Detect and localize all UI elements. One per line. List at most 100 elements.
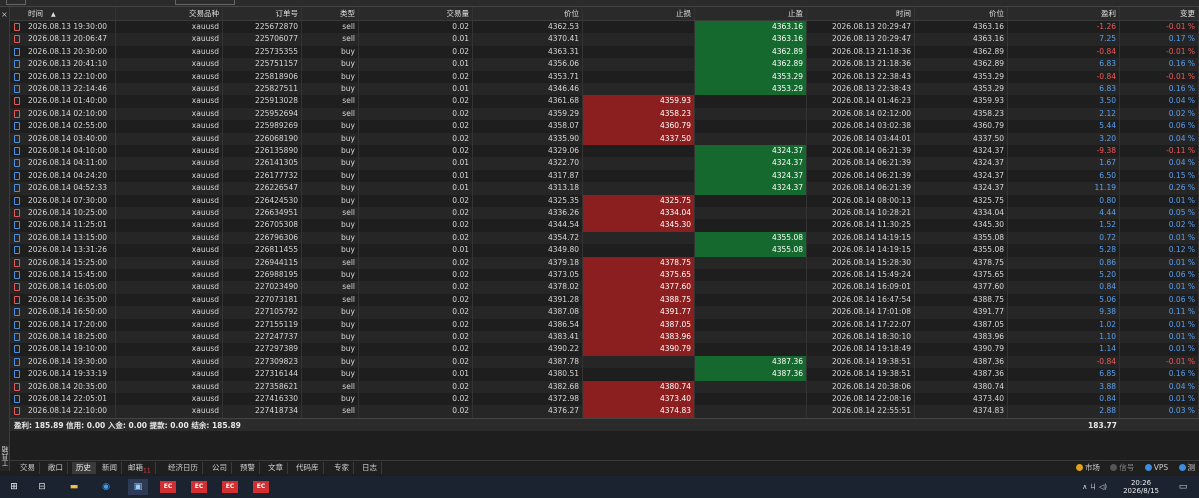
cell-symbol: xauusd xyxy=(116,145,223,158)
vps-link[interactable]: VPS xyxy=(1144,463,1168,472)
metatrader-icon[interactable]: ▣ xyxy=(128,479,148,495)
tab-7[interactable]: 预警 xyxy=(236,462,260,474)
column-header-symbol[interactable]: 交易品种 xyxy=(116,7,223,20)
table-row[interactable]: 2026.08.14 04:11:00 xauusd 226141305 buy 0.0… xyxy=(10,157,1199,170)
column-header-change[interactable]: 变更 xyxy=(1120,7,1199,20)
table-row[interactable]: 2026.08.13 22:10:00 xauusd 225818906 buy 0.0… xyxy=(10,70,1199,83)
table-row[interactable]: 2026.08.14 16:05:00 xauusd 227023490 sell 0.… xyxy=(10,281,1199,294)
tab-5[interactable]: 经济日历 xyxy=(164,462,203,474)
table-row[interactable]: 2026.08.14 04:24:20 xauusd 226177732 buy 0.0… xyxy=(10,169,1199,183)
cell-order: 227023490 xyxy=(223,281,302,294)
table-row[interactable]: 2026.08.13 20:06:47 xauusd 225706077 sell 0.… xyxy=(10,33,1199,46)
table-row[interactable]: 2026.08.14 01:40:00 xauusd 225913028 sell 0.… xyxy=(10,95,1199,108)
table-row[interactable]: 2026.08.14 22:10:00 xauusd 227418734 sell 0.… xyxy=(10,405,1199,418)
tab-8[interactable]: 文章 xyxy=(264,462,288,474)
ec-app-icon[interactable]: EC xyxy=(160,481,176,493)
cell-take-profit: 4324.37 xyxy=(695,157,807,170)
cell-close-price: 4387.36 xyxy=(915,355,1008,369)
cell-price: 4313.18 xyxy=(473,182,583,195)
cell-profit: 3.20 xyxy=(1008,132,1120,145)
tab-6[interactable]: 公司 xyxy=(208,462,232,474)
toolbox-side-tab[interactable]: × 工具箱 xyxy=(0,7,10,471)
cell-change: 0.01 % xyxy=(1120,281,1199,294)
cell-change: 0.15 % xyxy=(1120,169,1199,183)
tab-3[interactable]: 新闻 xyxy=(98,462,122,474)
tab-0[interactable]: 交易 xyxy=(16,462,40,474)
toolbar-field[interactable] xyxy=(175,0,235,5)
sell-order-icon xyxy=(14,209,20,217)
close-icon[interactable]: × xyxy=(1,10,8,19)
column-header-close-time[interactable]: 时间 xyxy=(807,7,915,20)
cell-symbol: xauusd xyxy=(116,331,223,344)
table-row[interactable]: 2026.08.14 16:35:00 xauusd 227073181 sell 0.… xyxy=(10,293,1199,307)
table-row[interactable]: 2026.08.14 10:25:00 xauusd 226634951 sell 0.… xyxy=(10,207,1199,220)
table-row[interactable]: 2026.08.14 18:25:00 xauusd 227247737 buy 0.0… xyxy=(10,331,1199,344)
cell-change: -0.01 % xyxy=(1120,45,1199,59)
tab-10[interactable]: 专家 xyxy=(330,462,354,474)
tab-label: 邮箱 xyxy=(128,463,143,472)
table-row[interactable]: 2026.08.13 22:14:46 xauusd 225827511 buy 0.0… xyxy=(10,83,1199,96)
table-row[interactable]: 2026.08.14 03:40:00 xauusd 226068190 buy 0.0… xyxy=(10,132,1199,145)
ec-app-icon[interactable]: EC xyxy=(253,481,269,493)
taskbar-clock[interactable]: 20:26 2026/8/15 xyxy=(1123,479,1159,495)
table-row[interactable]: 2026.08.14 20:35:00 xauusd 227358621 sell 0.… xyxy=(10,380,1199,393)
column-header-close-price[interactable]: 价位 xyxy=(915,7,1008,20)
table-row[interactable]: 2026.08.14 19:10:00 xauusd 227297389 buy 0.0… xyxy=(10,343,1199,356)
tab-9[interactable]: 代码库 xyxy=(292,462,324,474)
sell-order-icon xyxy=(14,97,20,106)
table-row[interactable]: 2026.08.14 04:52:33 xauusd 226226547 buy 0.0… xyxy=(10,182,1199,195)
column-header-take-profit[interactable]: 止盈 xyxy=(695,7,807,20)
cell-time: 2026.08.14 04:10:00 xyxy=(10,145,116,158)
column-header-type[interactable]: 类型 xyxy=(302,7,359,20)
task-view-icon[interactable]: ⊟ xyxy=(32,479,52,495)
ec-app-icon[interactable]: EC xyxy=(222,481,238,493)
table-row[interactable]: 2026.08.14 02:10:00 xauusd 225952694 sell 0.… xyxy=(10,107,1199,121)
cell-close-time: 2026.08.14 03:02:38 xyxy=(807,120,915,133)
table-row[interactable]: 2026.08.14 02:55:00 xauusd 225989269 buy 0.0… xyxy=(10,120,1199,133)
cell-profit: 5.28 xyxy=(1008,244,1120,257)
file-explorer-icon[interactable]: ▬ xyxy=(64,479,84,495)
column-header-order[interactable]: 订单号 xyxy=(223,7,302,20)
table-row[interactable]: 2026.08.14 19:33:19 xauusd 227316144 buy 0.0… xyxy=(10,368,1199,381)
cell-volume: 0.02 xyxy=(359,145,473,158)
table-row[interactable]: 2026.08.14 15:25:00 xauusd 226944115 sell 0.… xyxy=(10,256,1199,269)
table-row[interactable]: 2026.08.14 13:31:26 xauusd 226811455 buy 0.0… xyxy=(10,244,1199,257)
table-row[interactable]: 2026.08.14 19:30:00 xauusd 227309823 buy 0.0… xyxy=(10,355,1199,369)
tab-label: 公司 xyxy=(212,463,227,472)
tab-4[interactable]: 邮箱11 xyxy=(124,462,156,475)
table-row[interactable]: 2026.08.14 17:20:00 xauusd 227155119 buy 0.0… xyxy=(10,318,1199,331)
cell-change: 0.04 % xyxy=(1120,380,1199,393)
tab-11[interactable]: 日志 xyxy=(358,462,382,474)
tab-2[interactable]: 历史 xyxy=(72,462,96,474)
market-link[interactable]: 市场 xyxy=(1075,463,1100,472)
cell-type: buy xyxy=(302,157,359,170)
table-row[interactable]: 2026.08.14 04:10:00 xauusd 226135890 buy 0.0… xyxy=(10,145,1199,158)
cell-stop-loss: 4375.65 xyxy=(583,269,695,282)
cell-close-price: 4375.65 xyxy=(915,269,1008,282)
start-icon[interactable]: ⊞ xyxy=(4,479,24,495)
column-header-stop-loss[interactable]: 止损 xyxy=(583,7,695,20)
column-header-volume[interactable]: 交易量 xyxy=(359,7,473,20)
table-row[interactable]: 2026.08.13 20:30:00 xauusd 225735355 buy 0.0… xyxy=(10,45,1199,59)
table-row[interactable]: 2026.08.14 07:30:00 xauusd 226424530 buy 0.0… xyxy=(10,194,1199,207)
column-header-profit[interactable]: 盈利 xyxy=(1008,7,1120,20)
table-row[interactable]: 2026.08.14 11:25:01 xauusd 226705308 buy 0.0… xyxy=(10,219,1199,232)
mail-badge: 11 xyxy=(143,467,151,475)
tester-link[interactable]: 测 xyxy=(1178,463,1195,472)
table-row[interactable]: 2026.08.14 22:05:01 xauusd 227416330 buy 0.0… xyxy=(10,393,1199,406)
signals-link[interactable]: 信号 xyxy=(1110,463,1134,472)
table-row[interactable]: 2026.08.14 13:15:00 xauusd 226796306 buy 0.0… xyxy=(10,231,1199,245)
column-header-time[interactable]: 时间 ▲ xyxy=(10,7,116,20)
table-row[interactable]: 2026.08.13 20:41:10 xauusd 225751157 buy 0.0… xyxy=(10,58,1199,71)
ec-app-icon[interactable]: EC xyxy=(191,481,207,493)
column-header-price[interactable]: 价位 xyxy=(473,7,583,20)
table-row[interactable]: 2026.08.14 15:45:00 xauusd 226988195 buy 0.0… xyxy=(10,269,1199,282)
notification-icon[interactable]: ▭ xyxy=(1173,479,1193,495)
sort-arrow-icon[interactable]: ▲ xyxy=(51,11,56,18)
system-tray[interactable]: ∧ ㄐ ◁) xyxy=(1082,482,1107,492)
table-row[interactable]: 2026.08.14 16:50:00 xauusd 227105792 buy 0.0… xyxy=(10,306,1199,319)
tab-1[interactable]: 敞口 xyxy=(44,462,68,474)
edge-icon[interactable]: ◉ xyxy=(96,479,116,495)
table-row[interactable]: 2026.08.13 19:30:00 xauusd 225672870 sell 0.… xyxy=(10,21,1199,34)
toolbar-control[interactable] xyxy=(6,0,26,5)
